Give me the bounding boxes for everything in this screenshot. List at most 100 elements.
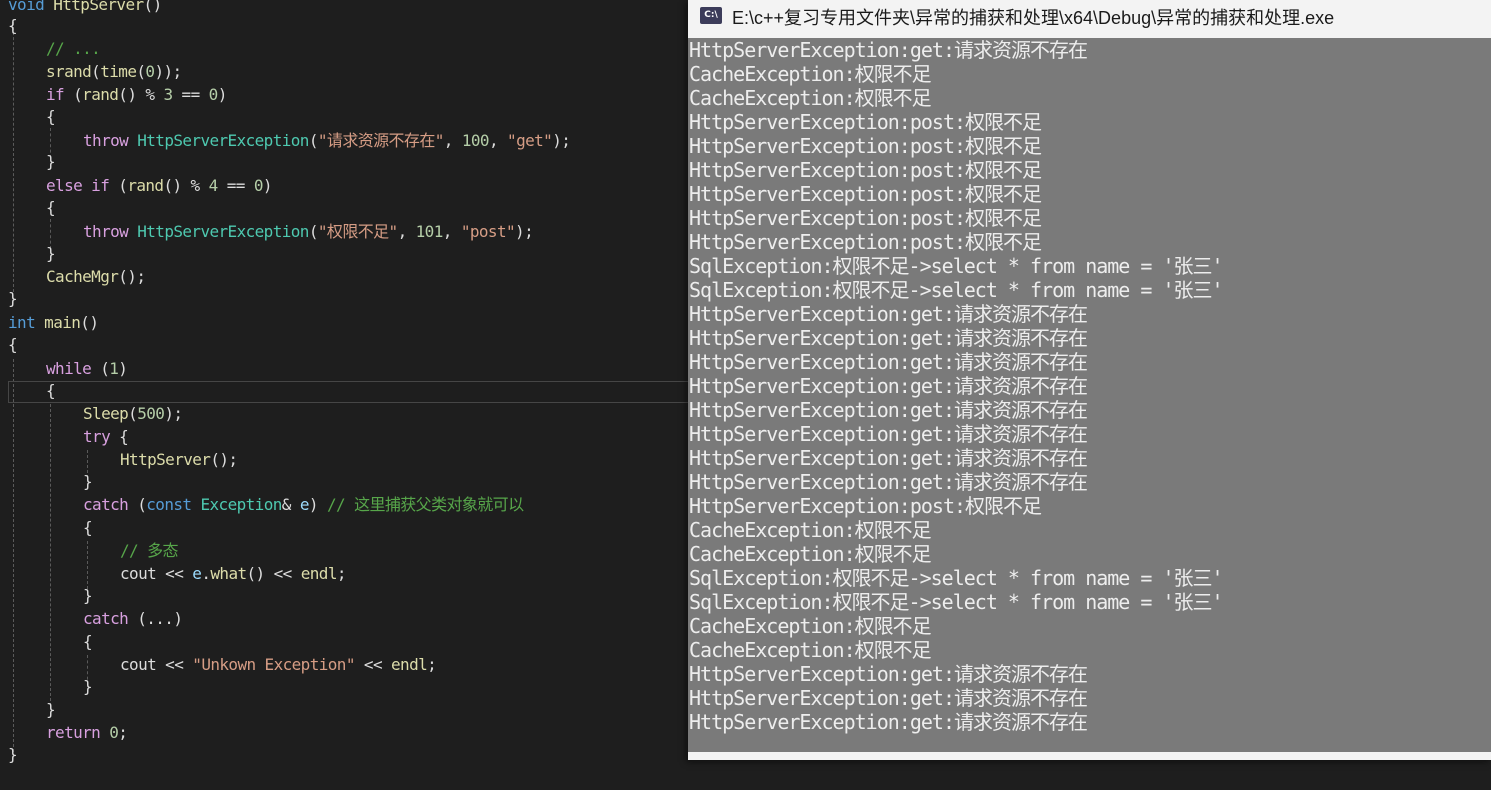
console-line: HttpServerException:get:请求资源不存在	[689, 686, 1088, 710]
code-line[interactable]: }	[8, 744, 18, 766]
console-line: CacheException:权限不足	[689, 518, 932, 542]
console-line: HttpServerException:get:请求资源不存在	[689, 422, 1088, 446]
code-line[interactable]: catch (const Exception& e) // 这里捕获父类对象就可…	[83, 494, 524, 516]
code-line[interactable]: {	[83, 631, 93, 653]
code-token: (	[109, 176, 128, 195]
code-token: (...)	[128, 609, 183, 628]
code-token: ;	[336, 564, 347, 583]
code-token: int	[8, 313, 36, 332]
current-line-highlight	[8, 381, 700, 403]
code-token: // 这里捕获父类对象就可以	[326, 495, 524, 514]
code-token: throw	[83, 222, 129, 241]
code-line[interactable]: return 0;	[46, 722, 128, 744]
code-token: e	[192, 564, 202, 583]
code-line[interactable]: if (rand() % 3 == 0)	[46, 84, 227, 106]
console-bottom-edge	[688, 752, 1491, 760]
code-token: e	[299, 495, 310, 514]
code-line[interactable]: Sleep(500);	[83, 403, 183, 425]
code-token: );	[515, 222, 534, 241]
console-line: HttpServerException:get:请求资源不存在	[689, 710, 1088, 734]
code-line[interactable]: try {	[83, 426, 129, 448]
code-line[interactable]: srand(time(0));	[46, 61, 182, 83]
code-token: (	[64, 85, 83, 104]
code-token: )	[262, 176, 273, 195]
code-token: ();	[210, 450, 238, 469]
code-token: const	[146, 495, 192, 514]
code-token: <<	[156, 655, 193, 674]
code-line[interactable]: }	[46, 243, 56, 265]
code-line[interactable]: throw HttpServerException("权限不足", 101, "…	[83, 221, 534, 243]
console-output[interactable]: HttpServerException:get:请求资源不存在 CacheExce…	[689, 38, 1491, 760]
code-token: rand	[82, 85, 119, 104]
code-token: HttpServer	[53, 0, 144, 14]
code-line[interactable]: {	[83, 517, 93, 539]
console-window[interactable]: C:\ E:\c++复习专用文件夹\异常的捕获和处理\x64\Debug\异常的…	[688, 0, 1491, 760]
indent-guide	[13, 359, 14, 752]
code-token: cout	[120, 655, 157, 674]
code-line[interactable]: int main()	[8, 312, 99, 334]
code-line[interactable]: catch (...)	[83, 608, 183, 630]
code-line[interactable]: throw HttpServerException("请求资源不存在", 100…	[83, 130, 571, 152]
code-line[interactable]: while (1)	[46, 358, 128, 380]
code-token: Exception	[200, 495, 282, 514]
code-line[interactable]: void HttpServer()	[8, 0, 162, 16]
code-token: 101	[415, 222, 444, 241]
console-line: SqlException:权限不足->select * from name = …	[689, 566, 1224, 590]
code-token: ;	[427, 655, 437, 674]
code-line[interactable]: // 多态	[120, 540, 179, 562]
code-line[interactable]: {	[46, 380, 56, 402]
console-titlebar[interactable]: C:\ E:\c++复习专用文件夹\异常的捕获和处理\x64\Debug\异常的…	[688, 0, 1491, 38]
code-line[interactable]: {	[8, 334, 18, 356]
console-line: HttpServerException:get:请求资源不存在	[689, 662, 1088, 686]
code-line[interactable]: }	[46, 699, 56, 721]
code-token: CacheMgr	[46, 267, 119, 286]
code-token: <<	[354, 655, 392, 674]
code-token: (	[128, 495, 147, 514]
code-token: HttpServer	[120, 450, 211, 469]
console-line: SqlException:权限不足->select * from name = …	[689, 254, 1224, 278]
code-line[interactable]: CacheMgr();	[46, 266, 146, 288]
code-token: ()	[80, 313, 99, 332]
code-line[interactable]: }	[8, 288, 18, 310]
code-line[interactable]: {	[46, 106, 56, 128]
code-token: (	[128, 404, 138, 423]
code-token: catch	[83, 495, 129, 514]
console-line: HttpServerException:get:请求资源不存在	[689, 326, 1088, 350]
code-token: ,	[442, 222, 461, 241]
code-token: ();	[118, 267, 146, 286]
code-token: &	[281, 495, 300, 514]
code-token: )	[308, 495, 327, 514]
code-line[interactable]: }	[83, 676, 93, 698]
code-token: <<	[156, 564, 193, 583]
code-token: ,	[488, 131, 508, 150]
code-token: ==	[172, 85, 209, 104]
console-line: HttpServerException:get:请求资源不存在	[689, 398, 1088, 422]
code-token: )	[217, 85, 228, 104]
code-token: ));	[154, 62, 182, 81]
code-line[interactable]: {	[8, 15, 18, 37]
code-token: time	[100, 62, 137, 81]
code-token: (	[308, 131, 319, 150]
console-line: SqlException:权限不足->select * from name = …	[689, 278, 1224, 302]
console-line: CacheException:权限不足	[689, 86, 932, 110]
code-line[interactable]: // ...	[46, 38, 101, 60]
code-token: 0	[109, 723, 119, 742]
code-line[interactable]: cout << "Unkown Exception" << endl;	[120, 654, 437, 676]
console-line: HttpServerException:get:请求资源不存在	[689, 302, 1088, 326]
code-line[interactable]: {	[46, 197, 56, 219]
console-line: HttpServerException:post:权限不足	[689, 182, 1042, 206]
code-line[interactable]: }	[83, 471, 93, 493]
code-line[interactable]: }	[46, 151, 56, 173]
code-token: )	[118, 359, 128, 378]
code-token: (	[91, 62, 101, 81]
indent-guide	[50, 404, 51, 706]
indent-guide	[87, 541, 88, 589]
code-line[interactable]: else if (rand() % 4 == 0)	[46, 175, 273, 197]
console-line: CacheException:权限不足	[689, 638, 932, 662]
console-line: HttpServerException:get:请求资源不存在	[689, 470, 1088, 494]
code-line[interactable]: HttpServer();	[120, 449, 238, 471]
code-line[interactable]: cout << e.what() << endl;	[120, 563, 347, 585]
code-token: endl	[300, 564, 338, 583]
code-line[interactable]: }	[83, 585, 93, 607]
console-line: SqlException:权限不足->select * from name = …	[689, 590, 1224, 614]
